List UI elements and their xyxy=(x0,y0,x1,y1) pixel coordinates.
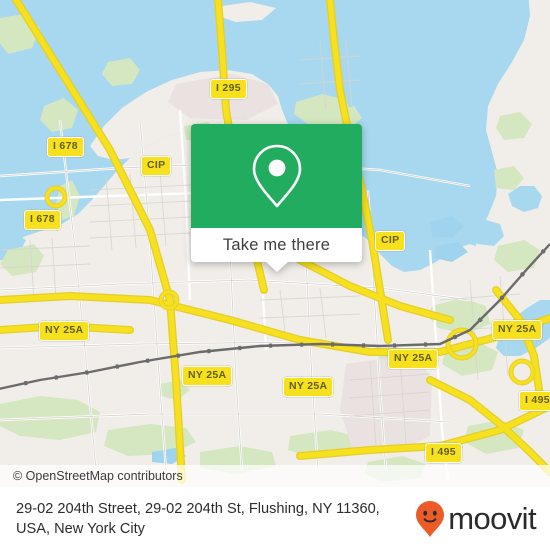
map-canvas[interactable]: I 295 I 678 CIP I 678 CIP NY 25A NY 25A … xyxy=(0,0,550,487)
popup-header xyxy=(191,124,362,228)
footer-bar: 29-02 204th Street, 29-02 204th St, Flus… xyxy=(0,487,550,550)
road-shield: NY 25A xyxy=(283,377,334,397)
road-shield: NY 25A xyxy=(388,349,439,369)
moovit-wordmark: moovit xyxy=(448,501,536,536)
moovit-logo[interactable]: moovit xyxy=(415,500,537,538)
popup-pointer-tail xyxy=(265,262,288,272)
road-shield: NY 25A xyxy=(39,321,90,341)
moovit-smiley-pin-icon xyxy=(416,500,445,537)
road-shield: I 495 xyxy=(425,443,462,463)
take-me-there-button[interactable]: Take me there xyxy=(191,228,362,262)
location-popup[interactable]: Take me there xyxy=(191,124,362,272)
road-shield: I 495 xyxy=(519,391,550,411)
road-shield: I 678 xyxy=(47,137,84,157)
location-pin-icon xyxy=(252,144,301,208)
road-shield: NY 25A xyxy=(492,320,543,340)
road-shield: CIP xyxy=(141,156,172,176)
take-me-there-label: Take me there xyxy=(222,235,331,254)
map-screenshot: I 295 I 678 CIP I 678 CIP NY 25A NY 25A … xyxy=(0,0,550,550)
road-shield: I 295 xyxy=(210,79,247,99)
address-text: 29-02 204th Street, 29-02 204th St, Flus… xyxy=(16,500,380,537)
road-shield: I 678 xyxy=(24,210,61,230)
road-shield: CIP xyxy=(375,231,406,251)
osm-attribution[interactable]: © OpenStreetMap contributors xyxy=(0,465,550,487)
road-shield: NY 25A xyxy=(182,366,233,386)
